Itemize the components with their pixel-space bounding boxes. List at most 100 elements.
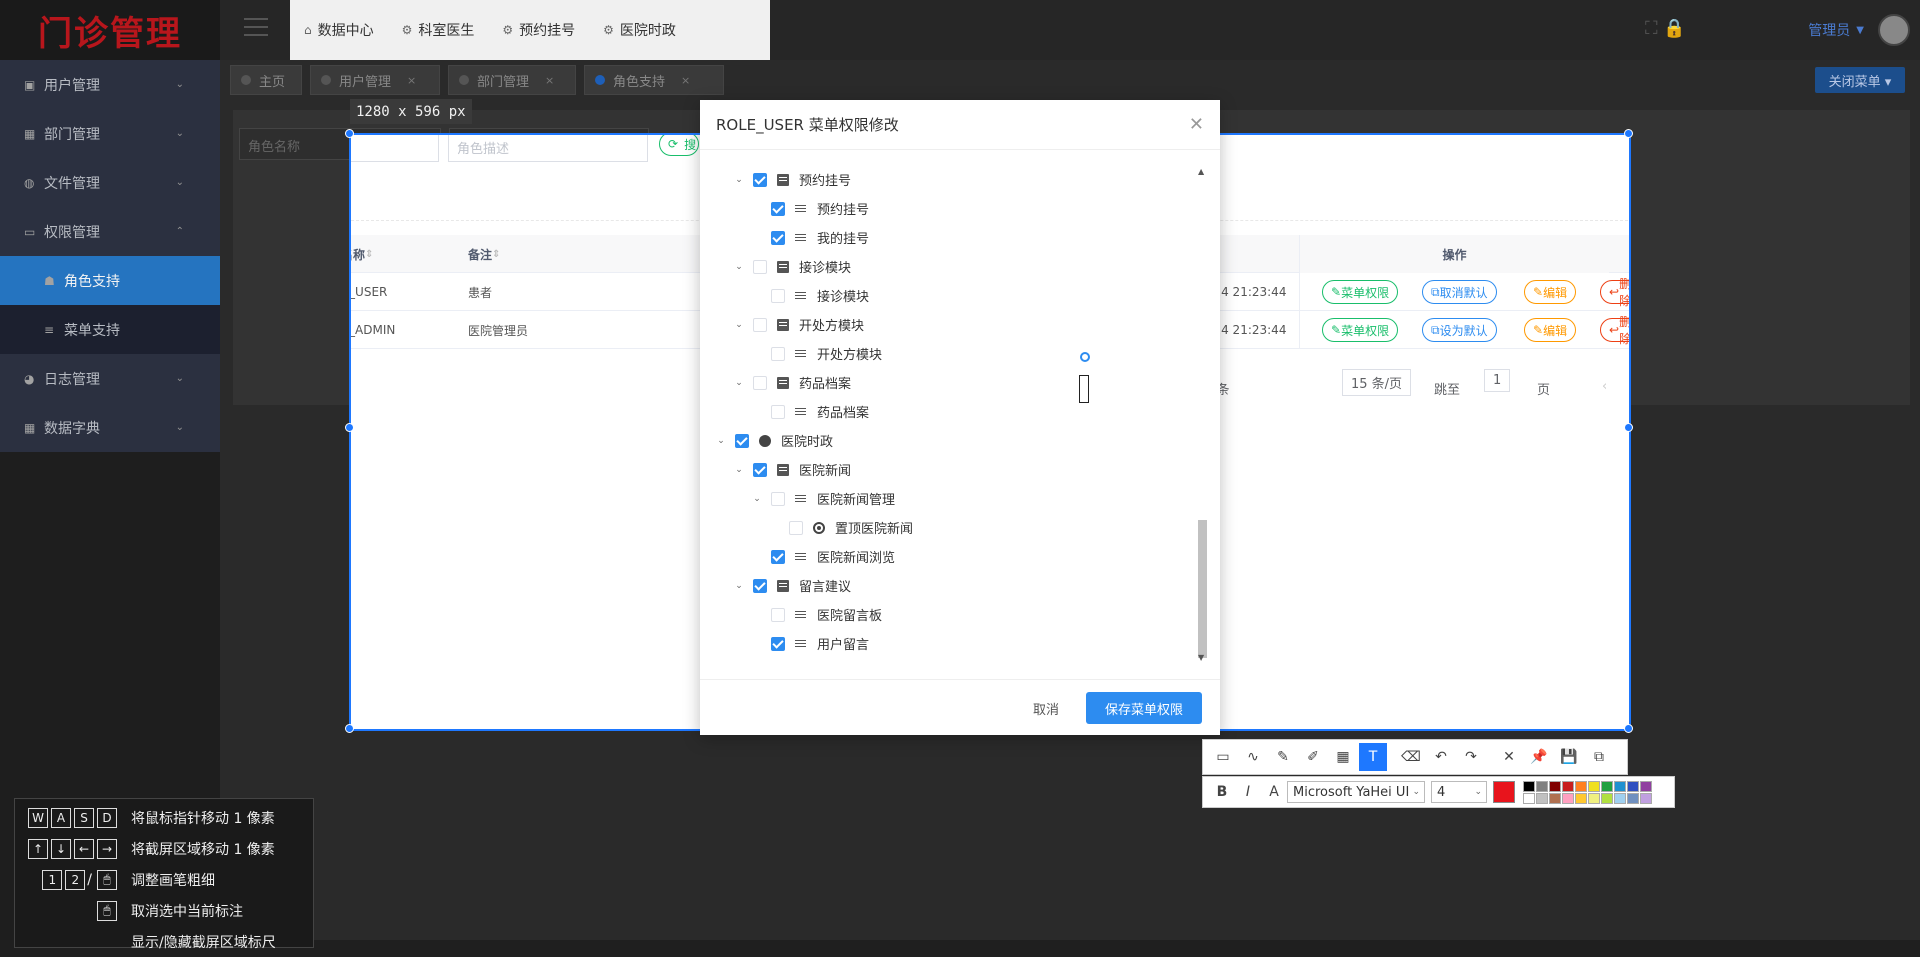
checkbox[interactable] <box>753 259 767 274</box>
sidebar-item-4[interactable]: ▭ 权限管理 ⌃ <box>0 207 220 256</box>
sort-icon[interactable]: ⇕ <box>365 249 373 260</box>
eraser-icon[interactable]: ⌫ <box>1397 743 1425 771</box>
checkbox[interactable] <box>753 462 767 477</box>
menu-permission-button[interactable]: ✎ 菜单权限 <box>1322 280 1399 304</box>
tree-node[interactable]: 开处方模块 <box>751 339 882 368</box>
tree-node[interactable]: ⌄ 留言建议 <box>733 571 851 600</box>
top-nav-item-1[interactable]: ⌂ 数据中心 <box>290 20 388 40</box>
color-swatch[interactable] <box>1627 792 1639 804</box>
mosaic-icon[interactable]: ▦ <box>1329 743 1357 771</box>
current-color-swatch[interactable] <box>1493 781 1515 803</box>
resize-handle[interactable] <box>1624 724 1633 733</box>
tree-node[interactable]: 置顶医院新闻 <box>769 513 913 542</box>
sidebar-item-7[interactable]: ◕ 日志管理 ⌄ <box>0 354 220 403</box>
chevron-down-icon[interactable]: ⌄ <box>733 175 745 185</box>
color-swatch[interactable] <box>1549 792 1561 804</box>
tab-2[interactable]: 用户管理 × <box>310 65 440 95</box>
delete-button[interactable]: ↩ 删除 <box>1600 277 1629 308</box>
tree-node[interactable]: ⌄ 预约挂号 <box>733 165 851 194</box>
tree-node[interactable]: ⌄ 开处方模块 <box>733 310 864 339</box>
avatar[interactable] <box>1878 14 1910 46</box>
checkbox[interactable] <box>771 230 785 245</box>
curve-icon[interactable]: ∿ <box>1239 743 1267 771</box>
sidebar-item-2[interactable]: ▦ 部门管理 ⌄ <box>0 109 220 158</box>
marker-icon[interactable]: ✐ <box>1299 743 1327 771</box>
checkbox[interactable] <box>753 172 767 187</box>
checkbox[interactable] <box>771 201 785 216</box>
italic-icon[interactable]: I <box>1235 784 1261 800</box>
role-desc-input-visible[interactable]: 角色描述 <box>448 135 648 162</box>
tree-node[interactable]: ⌄ 医院新闻管理 <box>751 484 895 513</box>
page-input[interactable]: 1 <box>1484 369 1511 392</box>
column-header-name[interactable]: 角色名称 ⇕ <box>351 235 373 273</box>
copy-icon[interactable]: ⧉ <box>1585 743 1613 771</box>
checkbox[interactable] <box>771 288 785 303</box>
checkbox[interactable] <box>771 346 785 361</box>
color-swatch[interactable] <box>1575 780 1587 792</box>
prev-page-icon[interactable]: ‹ <box>1602 379 1607 394</box>
tree-node[interactable]: 用户留言 <box>751 629 869 658</box>
tree-node[interactable]: ⌄ 药品档案 <box>733 368 851 397</box>
color-swatch[interactable] <box>1575 792 1587 804</box>
sort-icon[interactable]: ⇕ <box>492 249 500 260</box>
resize-handle[interactable] <box>1624 129 1633 138</box>
color-swatch[interactable] <box>1614 780 1626 792</box>
text-outline-icon[interactable]: A <box>1261 784 1287 800</box>
menu-permission-button[interactable]: ✎ 菜单权限 <box>1322 318 1399 342</box>
resize-handle[interactable] <box>1624 423 1633 432</box>
search-button[interactable]: ⟳ 搜 <box>659 135 699 156</box>
resize-handle[interactable] <box>345 423 354 432</box>
resize-handle[interactable] <box>345 129 354 138</box>
top-nav-item-3[interactable]: ⚙ 预约挂号 <box>488 20 589 40</box>
pin-icon[interactable]: 📌 <box>1525 743 1553 771</box>
save-icon[interactable]: 💾 <box>1555 743 1583 771</box>
default-toggle-button[interactable]: ⧉ 取消默认 <box>1422 280 1497 304</box>
tree-scrollbar[interactable]: ▲ ▼ <box>1196 165 1208 665</box>
delete-button[interactable]: ↩ 删除 <box>1600 315 1629 346</box>
checkbox[interactable] <box>771 491 785 506</box>
size-select[interactable]: 4 ⌄ <box>1431 781 1487 803</box>
tree-node[interactable]: ⌄ 医院时政 <box>715 426 833 455</box>
color-swatch[interactable] <box>1588 780 1600 792</box>
resize-handle[interactable] <box>345 724 354 733</box>
chevron-down-icon[interactable]: ⌄ <box>733 465 745 475</box>
chevron-down-icon[interactable]: ⌄ <box>733 581 745 591</box>
close-icon[interactable]: ✕ <box>1495 743 1523 771</box>
sidebar-item-6[interactable]: ≡ 菜单支持 <box>0 305 220 354</box>
sidebar-item-8[interactable]: ▦ 数据字典 ⌄ <box>0 403 220 452</box>
color-swatch[interactable] <box>1536 780 1548 792</box>
hamburger-icon[interactable] <box>244 18 268 40</box>
edit-button[interactable]: ✎ 编辑 <box>1524 280 1577 304</box>
close-icon[interactable]: × <box>681 74 690 87</box>
font-select[interactable]: Microsoft YaHei UI ⌄ <box>1287 781 1425 803</box>
color-swatch[interactable] <box>1640 780 1652 792</box>
role-name-input-visible[interactable] <box>351 135 439 162</box>
tree-node[interactable]: 医院新闻浏览 <box>751 542 895 571</box>
color-swatch[interactable] <box>1627 780 1639 792</box>
color-swatch[interactable] <box>1640 792 1652 804</box>
close-icon[interactable]: × <box>545 74 554 87</box>
chevron-down-icon[interactable]: ⌄ <box>751 494 763 504</box>
close-icon[interactable]: ✕ <box>1189 114 1204 135</box>
rect-icon[interactable]: ▭ <box>1209 743 1237 771</box>
tab-1[interactable]: 主页 <box>230 65 302 95</box>
chevron-down-icon[interactable]: ⌄ <box>733 262 745 272</box>
tree-node[interactable]: ⌄ 接诊模块 <box>733 252 851 281</box>
color-swatch[interactable] <box>1523 780 1535 792</box>
close-menu-button[interactable]: 关闭菜单 ▾ <box>1815 67 1905 93</box>
chevron-down-icon[interactable]: ⌄ <box>733 378 745 388</box>
page-size-select[interactable]: 15 条/页 <box>1342 369 1412 396</box>
column-header-remark[interactable]: 备注 ⇕ <box>468 235 500 273</box>
pen-icon[interactable]: ✎ <box>1269 743 1297 771</box>
checkbox[interactable] <box>771 607 785 622</box>
tree-node[interactable]: 医院留言板 <box>751 600 882 629</box>
bold-icon[interactable]: B <box>1209 784 1235 800</box>
text-icon[interactable]: T <box>1359 743 1387 771</box>
color-swatch[interactable] <box>1536 792 1548 804</box>
scroll-down-icon[interactable]: ▼ <box>1198 653 1204 662</box>
tree-node[interactable]: 接诊模块 <box>751 281 869 310</box>
sidebar-item-5[interactable]: ☗ 角色支持 <box>0 256 220 305</box>
checkbox[interactable] <box>735 433 749 448</box>
checkbox[interactable] <box>771 549 785 564</box>
scrollbar-thumb[interactable] <box>1198 520 1207 658</box>
